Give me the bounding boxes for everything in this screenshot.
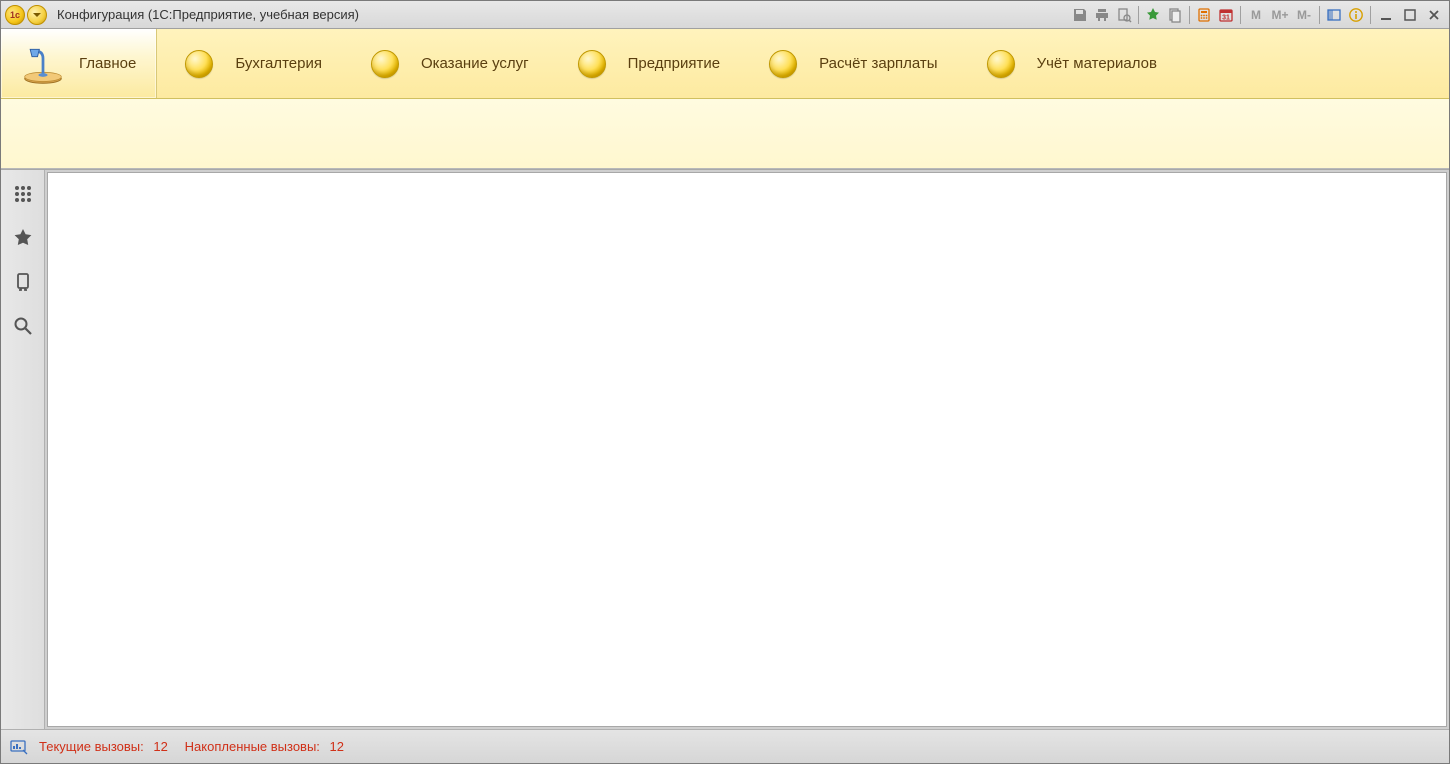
app-logo-icon: 1c [5,5,25,25]
close-button[interactable] [1423,6,1445,24]
nav-item-main[interactable]: Главное [1,29,157,98]
sections-grid-icon[interactable] [9,180,37,208]
print-preview-icon[interactable] [1114,6,1134,24]
window-title: Конфигурация (1С:Предприятие, учебная ве… [57,7,359,22]
favorite-add-icon[interactable] [1143,6,1163,24]
calculator-icon[interactable] [1194,6,1214,24]
nav-label: Предприятие [628,55,720,72]
nav-label: Главное [79,55,136,72]
memory-minus-button[interactable]: M- [1293,8,1315,22]
command-bar [1,99,1449,169]
performance-indicator-icon[interactable] [9,737,29,757]
workspace-canvas [47,172,1447,727]
title-bar: 1c Конфигурация (1С:Предприятие, учебная… [1,1,1449,29]
favorites-star-icon[interactable] [9,224,37,252]
print-icon[interactable] [1092,6,1112,24]
section-navbar: Главное Бухгалтерия Оказание услуг Предп… [1,29,1449,99]
nav-label: Расчёт зарплаты [819,55,937,72]
section-medal-icon [761,42,805,86]
current-calls-value: 12 [153,739,167,754]
status-text: Текущие вызовы: 12 Накопленные вызовы: 1… [39,739,350,754]
memory-plus-button[interactable]: M+ [1269,8,1291,22]
nav-label: Учёт материалов [1037,55,1157,72]
minimize-button[interactable] [1375,6,1397,24]
main-menu-dropdown[interactable] [27,5,47,25]
accumulated-calls-label: Накопленные вызовы: [185,739,320,754]
nav-label: Оказание услуг [421,55,529,72]
section-medal-icon [570,42,614,86]
body-area [1,169,1449,729]
separator [1138,6,1139,24]
title-toolbar: 31 M M+ M- [1070,6,1445,24]
clipboard-icon[interactable] [1165,6,1185,24]
save-icon[interactable] [1070,6,1090,24]
maximize-button[interactable] [1399,6,1421,24]
app-window: 1c Конфигурация (1С:Предприятие, учебная… [0,0,1450,764]
desk-lamp-icon [21,42,65,86]
section-medal-icon [177,42,221,86]
separator [1240,6,1241,24]
svg-text:31: 31 [1222,14,1230,21]
memory-recall-button[interactable]: M [1245,8,1267,22]
nav-item-services[interactable]: Оказание услуг [343,29,550,98]
info-icon[interactable] [1346,6,1366,24]
current-calls-label: Текущие вызовы: [39,739,144,754]
nav-item-enterprise[interactable]: Предприятие [550,29,741,98]
section-medal-icon [363,42,407,86]
accumulated-calls-value: 12 [330,739,344,754]
separator [1370,6,1371,24]
panel-toggle-icon[interactable] [1324,6,1344,24]
nav-item-materials[interactable]: Учёт материалов [959,29,1178,98]
search-icon[interactable] [9,312,37,340]
status-bar: Текущие вызовы: 12 Накопленные вызовы: 1… [1,729,1449,763]
separator [1189,6,1190,24]
section-medal-icon [979,42,1023,86]
side-toolbar [1,170,45,729]
nav-item-accounting[interactable]: Бухгалтерия [157,29,343,98]
nav-item-payroll[interactable]: Расчёт зарплаты [741,29,958,98]
calendar-icon[interactable]: 31 [1216,6,1236,24]
history-icon[interactable] [9,268,37,296]
separator [1319,6,1320,24]
nav-label: Бухгалтерия [235,55,322,72]
